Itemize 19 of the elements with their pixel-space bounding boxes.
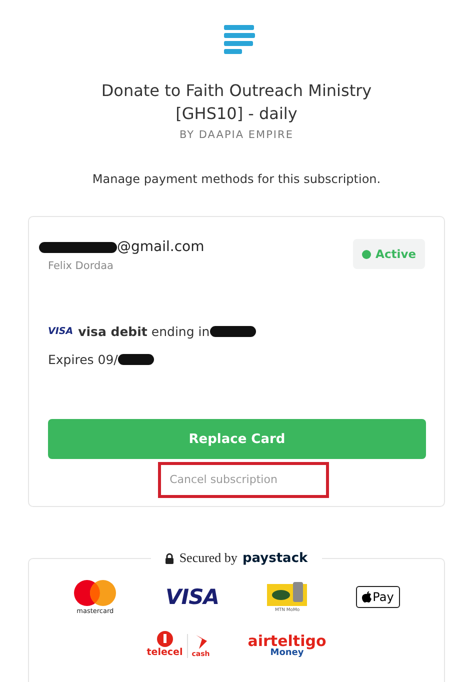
page-title: Donate to Faith Outreach Ministry [GHS10] - daily [100, 80, 373, 125]
customer-name: Felix Dordaa [48, 260, 114, 272]
secured-by-text: Secured by [179, 550, 238, 566]
paystack-logo: paystack [242, 550, 308, 566]
card-type: visa debit [78, 324, 148, 339]
lock-icon [165, 552, 174, 564]
logo-icon [224, 25, 256, 55]
status-badge: Active [352, 239, 425, 269]
instruction-text: Manage payment methods for this subscription. [92, 172, 381, 186]
cancel-subscription-link[interactable]: Cancel subscription [170, 473, 278, 486]
replace-card-button[interactable]: Replace Card [48, 419, 426, 459]
card-ending-text: ending in [151, 324, 210, 339]
merchant-name: BY DAAPIA EMPIRE [180, 129, 294, 141]
airteltigo-money-logo: airteltigo Money [248, 632, 326, 658]
email-text: @gmail.com [117, 239, 204, 255]
card-expiry: Expires 09/ [48, 352, 118, 367]
visa-logo: VISA [166, 585, 219, 609]
visa-logo: VISA [48, 326, 74, 337]
apple-pay-logo: Pay [356, 586, 400, 608]
